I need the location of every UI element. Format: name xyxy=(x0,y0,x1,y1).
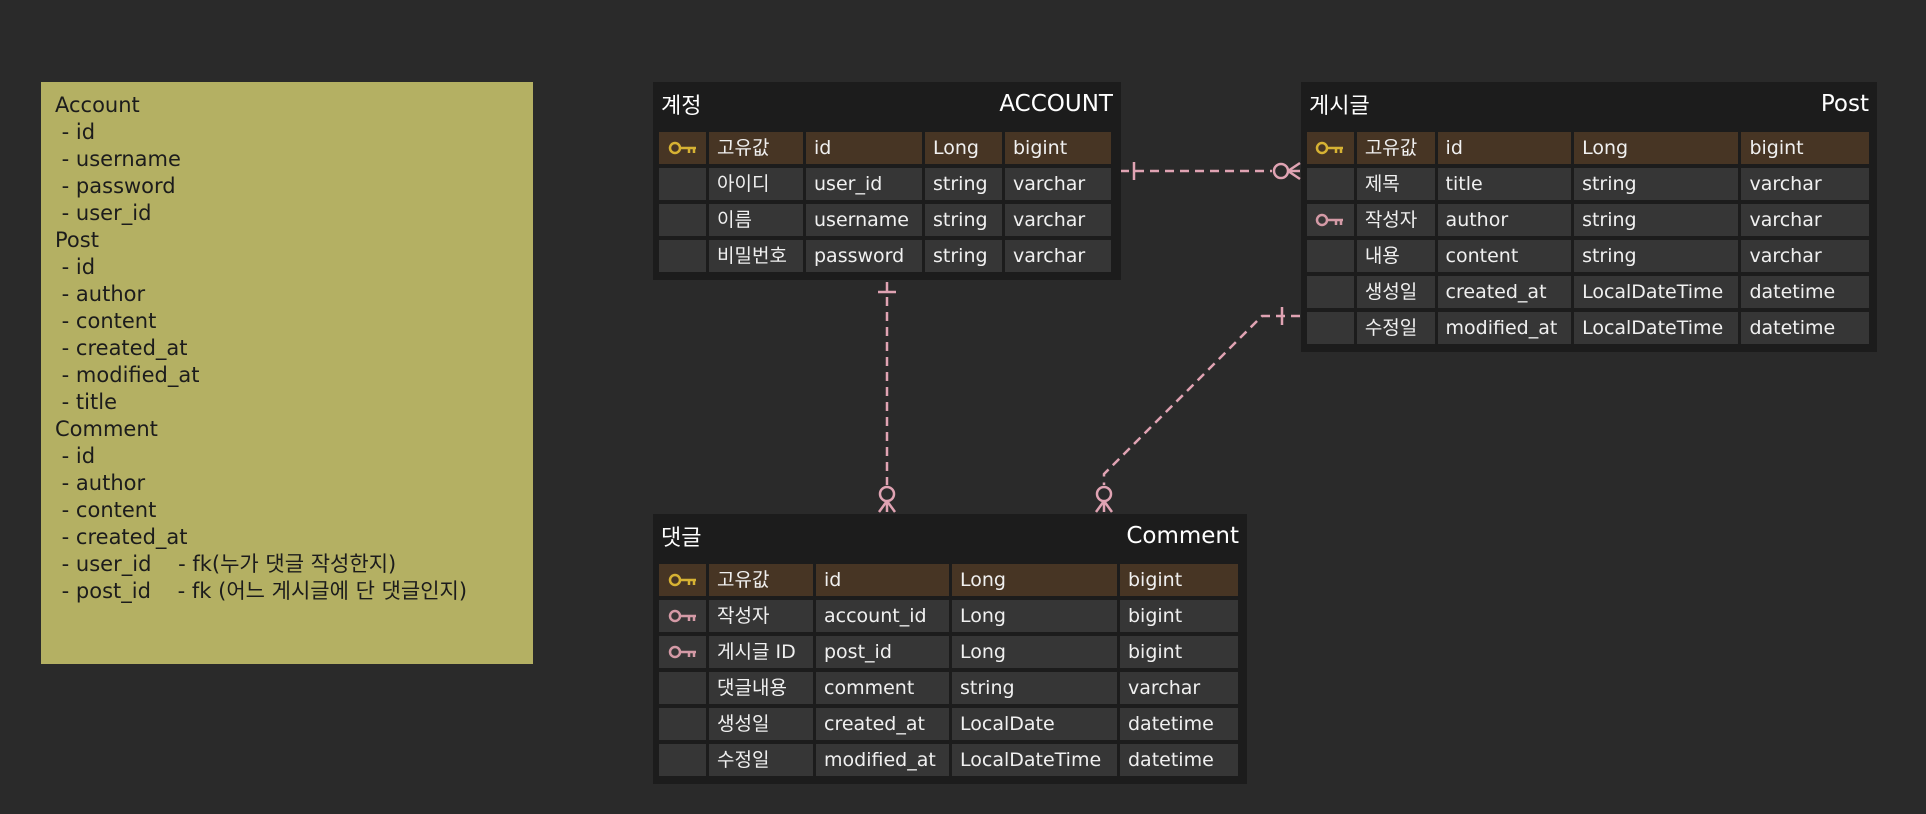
column-type: string xyxy=(1574,204,1739,236)
entity-row[interactable]: 내용 content string varchar xyxy=(1307,238,1872,274)
column-type: LocalDateTime xyxy=(952,744,1117,776)
column-label-ko: 고유값 xyxy=(1356,132,1435,164)
column-db-type: bigint xyxy=(1120,600,1238,632)
column-type: string xyxy=(952,672,1117,704)
entity-row[interactable]: 댓글내용 comment string varchar xyxy=(659,670,1242,706)
column-label-ko: 생성일 xyxy=(709,708,813,740)
column-label-ko: 이름 xyxy=(709,204,803,236)
column-db-type: varchar xyxy=(1005,240,1111,272)
column-type: LocalDateTime xyxy=(1574,276,1739,308)
column-type: string xyxy=(925,240,1002,272)
entity-row[interactable]: 수정일 modified_at LocalDateTime datetime xyxy=(1307,310,1872,346)
entity-label-en: Post xyxy=(1820,91,1869,117)
entity-row[interactable]: 수정일 modified_at LocalDateTime datetime xyxy=(659,742,1242,778)
column-type: string xyxy=(1574,168,1739,200)
entity-label-ko: 댓글 xyxy=(661,526,702,551)
entity-row[interactable]: 게시글 ID post_id Long bigint xyxy=(659,634,1242,670)
entity-row[interactable]: 작성자 author string varchar xyxy=(1307,202,1872,238)
entity-label-en: Comment xyxy=(1126,523,1239,549)
column-label-ko: 제목 xyxy=(1356,168,1435,200)
fk-icon xyxy=(1307,204,1354,236)
entity-row[interactable]: 아이디 user_id string varchar xyxy=(659,166,1116,202)
column-db-type: bigint xyxy=(1120,636,1238,668)
column-type: Long xyxy=(952,636,1117,668)
entity-label-ko: 계정 xyxy=(661,94,702,119)
column-db-type: varchar xyxy=(1005,204,1111,236)
pk-icon xyxy=(659,564,706,596)
entity-label-ko: 게시글 xyxy=(1309,94,1370,119)
pk-icon xyxy=(1307,132,1354,164)
column-label-ko: 고유값 xyxy=(709,132,803,164)
column-name: comment xyxy=(816,672,949,704)
post-comment-relation xyxy=(1102,314,1300,485)
column-name: content xyxy=(1437,240,1572,272)
column-label-ko: 생성일 xyxy=(1356,276,1435,308)
column-name: user_id xyxy=(806,168,922,200)
entity-row[interactable]: 고유값 id Long bigint xyxy=(659,562,1242,598)
column-db-type: bigint xyxy=(1741,132,1869,164)
column-type: string xyxy=(925,204,1002,236)
column-name: id xyxy=(816,564,949,596)
entity-label-en: ACCOUNT xyxy=(999,91,1113,117)
column-label-ko: 비밀번호 xyxy=(709,240,803,272)
pk-icon xyxy=(659,132,706,164)
column-db-type: varchar xyxy=(1005,168,1111,200)
column-label-ko: 작성자 xyxy=(709,600,813,632)
column-name: account_id xyxy=(816,600,949,632)
column-db-type: varchar xyxy=(1741,240,1869,272)
column-name: password xyxy=(806,240,922,272)
column-name: modified_at xyxy=(1437,312,1572,344)
column-name: post_id xyxy=(816,636,949,668)
column-name: created_at xyxy=(816,708,949,740)
fk-icon xyxy=(659,636,706,668)
entity-header: 계정 ACCOUNT xyxy=(653,82,1121,126)
column-db-type: varchar xyxy=(1120,672,1238,704)
entity-row[interactable]: 고유값 id Long bigint xyxy=(659,130,1116,166)
column-db-type: bigint xyxy=(1005,132,1111,164)
column-type: string xyxy=(925,168,1002,200)
column-db-type: bigint xyxy=(1120,564,1238,596)
column-type: string xyxy=(1574,240,1739,272)
column-type: Long xyxy=(1574,132,1739,164)
column-db-type: varchar xyxy=(1741,204,1869,236)
column-name: author xyxy=(1437,204,1572,236)
entity-row[interactable]: 작성자 account_id Long bigint xyxy=(659,598,1242,634)
column-type: LocalDate xyxy=(952,708,1117,740)
entity-header: 게시글 Post xyxy=(1301,82,1877,126)
comment-entity[interactable]: 댓글 Comment 고유값 id Long bigint 작성자 accoun… xyxy=(653,514,1247,784)
column-type: Long xyxy=(952,564,1117,596)
column-name: modified_at xyxy=(816,744,949,776)
entity-row[interactable]: 비밀번호 password string varchar xyxy=(659,238,1116,274)
column-label-ko: 수정일 xyxy=(1356,312,1435,344)
column-label-ko: 아이디 xyxy=(709,168,803,200)
column-db-type: datetime xyxy=(1741,276,1869,308)
entity-row[interactable]: 생성일 created_at LocalDate datetime xyxy=(659,706,1242,742)
column-name: title xyxy=(1437,168,1572,200)
column-label-ko: 게시글 ID xyxy=(709,636,813,668)
account-entity[interactable]: 계정 ACCOUNT 고유값 id Long bigint 아이디 user_i… xyxy=(653,82,1121,280)
column-name: created_at xyxy=(1437,276,1572,308)
column-db-type: varchar xyxy=(1741,168,1869,200)
entity-row[interactable]: 생성일 created_at LocalDateTime datetime xyxy=(1307,274,1872,310)
column-type: LocalDateTime xyxy=(1574,312,1739,344)
entity-row[interactable]: 제목 title string varchar xyxy=(1307,166,1872,202)
entity-header: 댓글 Comment xyxy=(653,514,1247,558)
entity-row[interactable]: 이름 username string varchar xyxy=(659,202,1116,238)
column-type: Long xyxy=(952,600,1117,632)
fk-icon xyxy=(659,600,706,632)
column-label-ko: 고유값 xyxy=(709,564,813,596)
column-label-ko: 수정일 xyxy=(709,744,813,776)
post-entity[interactable]: 게시글 Post 고유값 id Long bigint 제목 title str… xyxy=(1301,82,1877,352)
column-type: Long xyxy=(925,132,1002,164)
column-name: id xyxy=(806,132,922,164)
entity-row[interactable]: 고유값 id Long bigint xyxy=(1307,130,1872,166)
column-db-type: datetime xyxy=(1120,744,1238,776)
column-db-type: datetime xyxy=(1120,708,1238,740)
column-label-ko: 댓글내용 xyxy=(709,672,813,704)
column-name: username xyxy=(806,204,922,236)
column-label-ko: 내용 xyxy=(1356,240,1435,272)
column-name: id xyxy=(1437,132,1572,164)
column-db-type: datetime xyxy=(1741,312,1869,344)
column-label-ko: 작성자 xyxy=(1356,204,1435,236)
